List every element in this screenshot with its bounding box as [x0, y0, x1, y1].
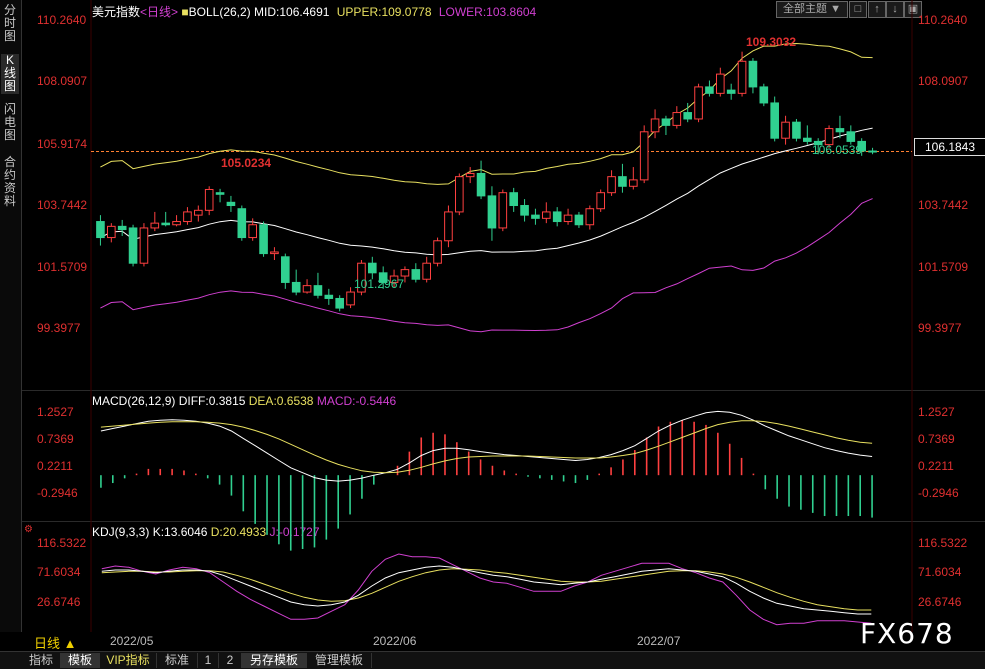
- candle-body: [204, 188, 214, 211]
- candle-body: [835, 128, 845, 133]
- candle-body: [803, 137, 812, 142]
- candle-body: [117, 225, 127, 231]
- date-axis: 日线 ▲ 2022/05 2022/06 2022/07: [0, 632, 985, 651]
- kline-chart-canvas[interactable]: [0, 0, 985, 668]
- candle-body: [770, 102, 779, 139]
- candle-body: [487, 195, 497, 229]
- candle-body: [596, 192, 605, 210]
- candle-body: [531, 214, 540, 219]
- tab-indicator[interactable]: 指标: [22, 653, 61, 668]
- candle-body: [650, 118, 660, 133]
- candle-body: [792, 121, 801, 139]
- chevron-up-icon: ▲: [63, 636, 77, 651]
- tab-1[interactable]: 1: [198, 653, 219, 668]
- date-label: 2022/06: [373, 634, 417, 648]
- tab-vip-indicator[interactable]: VIP指标: [100, 653, 157, 668]
- candle-body: [183, 211, 192, 223]
- recent-low-annotation: 106.0539: [812, 143, 863, 157]
- candle-body: [629, 179, 638, 187]
- fx678-watermark: FX678: [860, 617, 954, 650]
- tab-save-template[interactable]: 另存模板: [242, 653, 307, 668]
- candle-body: [422, 262, 431, 280]
- tab-template[interactable]: 模板: [61, 653, 100, 668]
- kdj-k-line: [101, 565, 872, 615]
- candle-body: [683, 112, 692, 120]
- date-label: 2022/07: [637, 634, 681, 648]
- macd-dea-line: [100, 420, 873, 474]
- candle-body: [433, 240, 442, 264]
- candle-body: [400, 269, 410, 277]
- boll-lower-line: [100, 198, 873, 333]
- candle-body: [465, 172, 475, 178]
- high-annotation: 109.3032: [746, 35, 797, 49]
- boll-mid-line: [100, 127, 873, 256]
- candle-body: [618, 176, 627, 187]
- candle-body: [563, 214, 573, 223]
- candle-body: [498, 192, 508, 229]
- candle-body: [444, 211, 453, 242]
- candle-body: [346, 291, 355, 306]
- local-high-annotation: 105.0234: [221, 156, 272, 170]
- candle-body: [607, 176, 616, 194]
- candle-body: [716, 73, 725, 94]
- candle-body: [737, 60, 747, 94]
- candle-body: [748, 60, 758, 88]
- kdj-d-line: [101, 568, 872, 611]
- candle-body: [237, 208, 247, 239]
- candle-body: [335, 297, 344, 309]
- kdj-j-line: [101, 553, 872, 626]
- candle-body: [520, 205, 529, 216]
- candle-body: [672, 112, 682, 126]
- candle-body: [281, 256, 290, 283]
- kline-window: 分时图 K线图 闪电图 合约资料 美元指数<日线> ■BOLL(26,2) MI…: [0, 0, 985, 669]
- candle-body: [846, 131, 856, 142]
- candle-body: [411, 269, 421, 280]
- candle-body: [726, 89, 736, 94]
- candle-body: [270, 251, 279, 255]
- candle-body: [759, 86, 769, 104]
- tab-standard[interactable]: 标准: [157, 653, 198, 668]
- period-toggle[interactable]: 日线 ▲: [34, 633, 77, 652]
- candle-body: [194, 209, 203, 216]
- candle-body: [107, 225, 116, 239]
- candle-body: [552, 211, 562, 223]
- candle-body: [868, 150, 877, 153]
- candle-body: [694, 86, 703, 120]
- candle-body: [215, 192, 225, 195]
- candle-body: [291, 281, 301, 293]
- date-label: 2022/05: [110, 634, 154, 648]
- macd-diff-line: [100, 410, 873, 482]
- candle-body: [172, 221, 181, 226]
- candle-body: [455, 176, 464, 213]
- candle-body: [248, 224, 257, 239]
- candle-body: [509, 192, 518, 207]
- candle-body: [476, 172, 486, 197]
- low-annotation: 101.2967: [354, 277, 405, 291]
- candle-body: [574, 214, 584, 226]
- candle-body: [542, 211, 551, 219]
- candle-body: [313, 285, 323, 296]
- tab-manage-template[interactable]: 管理模板: [307, 653, 372, 668]
- candle-body: [150, 222, 160, 229]
- candle-body: [661, 118, 671, 126]
- bottom-tab-bar: 指标 模板 VIP指标 标准 1 2 另存模板 管理模板: [0, 651, 985, 669]
- candle-body: [705, 86, 714, 94]
- candle-body: [781, 121, 790, 139]
- period-toggle-label: 日线: [34, 636, 61, 651]
- candle-body: [259, 224, 268, 255]
- candle-body: [639, 131, 649, 181]
- candle-body: [96, 221, 105, 239]
- candle-body: [324, 294, 334, 299]
- candle-body: [128, 227, 138, 264]
- candle-body: [161, 222, 170, 226]
- candle-body: [585, 208, 595, 226]
- tab-2[interactable]: 2: [219, 653, 242, 668]
- candle-body: [302, 285, 312, 293]
- candle-body: [368, 262, 377, 274]
- candle-body: [226, 201, 236, 207]
- candle-body: [139, 227, 149, 264]
